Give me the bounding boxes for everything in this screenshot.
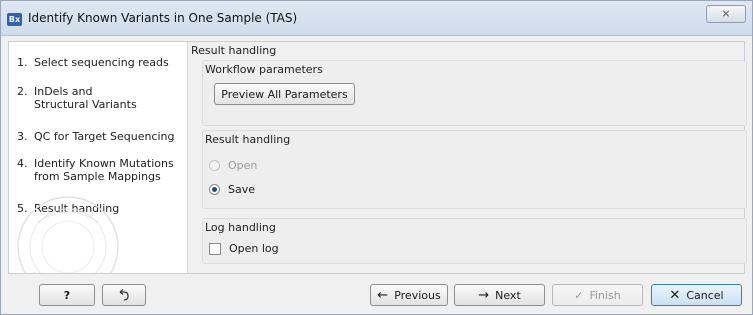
group-title: Workflow parameters [205,63,323,76]
preview-all-parameters-button[interactable]: Preview All Parameters [214,83,355,105]
app-icon: Bx [7,13,22,26]
open-log-checkbox[interactable] [209,242,221,255]
previous-label: Previous [394,288,441,302]
help-button[interactable]: ? [39,284,95,306]
group-title: Log handling [205,221,276,234]
radio-button[interactable] [209,184,220,195]
step-qc-target-sequencing: 3. QC for Target Sequencing [17,130,184,143]
dialog-window: Bx Identify Known Variants in One Sample… [0,0,753,315]
step-number: 3. [17,130,28,143]
step-number: 1. [17,56,28,69]
finish-label: Finish [589,288,621,302]
result-handling-group: Result handling Open Save [202,130,747,209]
radio-save[interactable]: Save [209,183,255,196]
main-panel: Result handling Workflow parameters Prev… [188,42,747,273]
checkmark-icon: ✓ [574,288,584,302]
checkbox-label: Open log [229,242,279,255]
group-title: Result handling [205,133,291,146]
radio-label: Save [228,183,256,196]
dialog-footer: ? ← Previous → Next ✓ Finish ✕ Cancel [1,278,752,314]
step-label: QC for Target Sequencing [34,130,175,143]
next-button[interactable]: → Next [454,284,545,306]
button-label: Preview All Parameters [221,87,348,101]
close-icon: ⨯ [721,7,731,20]
undo-arrow-icon [119,289,129,301]
radio-button[interactable] [209,160,220,171]
step-label: Select sequencing reads [34,56,169,69]
wizard-steps-panel: 1. Select sequencing reads 2. InDels and… [9,42,188,273]
radio-label: Open [228,159,258,172]
step-identify-known-mutations: 4. Identify Known Mutations from Sample … [17,157,174,183]
radio-open[interactable]: Open [209,159,257,172]
arrow-left-icon: ← [377,287,389,303]
next-label: Next [495,288,521,302]
help-label: ? [63,288,71,302]
step-number: 4. [17,157,28,170]
close-x-icon: ✕ [669,287,681,303]
title-bar[interactable]: Bx Identify Known Variants in One Sample… [1,1,752,36]
step-indels-structural-variants: 2. InDels and Structural Variants [17,85,144,111]
close-button[interactable]: ⨯ [706,5,746,23]
cancel-button[interactable]: ✕ Cancel [651,284,742,306]
open-log-checkbox-row[interactable]: Open log [209,242,279,255]
step-number: 2. [17,85,28,98]
step-label: Identify Known Mutations from Sample Map… [34,157,174,183]
finish-button[interactable]: ✓ Finish [552,284,643,306]
step-label: InDels and Structural Variants [34,85,137,111]
arrow-right-icon: → [478,287,490,303]
reset-button[interactable] [102,284,146,306]
seal-watermark [17,196,119,273]
window-title: Identify Known Variants in One Sample (T… [28,11,298,25]
log-handling-group: Log handling Open log [202,218,747,264]
step-select-sequencing-reads: 1. Select sequencing reads [17,56,184,69]
page-heading: Result handling [191,44,277,57]
workflow-parameters-group: Workflow parameters Preview All Paramete… [202,60,747,126]
previous-button[interactable]: ← Previous [370,284,448,306]
cancel-label: Cancel [686,288,724,302]
dialog-content: 1. Select sequencing reads 2. InDels and… [8,41,747,274]
